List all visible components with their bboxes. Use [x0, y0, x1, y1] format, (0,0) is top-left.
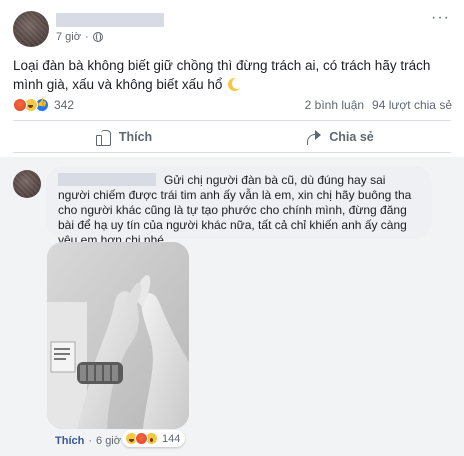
- comment-reactions[interactable]: 144: [122, 430, 186, 447]
- post-meta: 7 giờ ·: [56, 31, 103, 43]
- divider: [13, 152, 451, 153]
- globe-icon: [92, 32, 103, 42]
- commenter-avatar[interactable]: [13, 170, 41, 198]
- post-author-name-redacted[interactable]: [56, 13, 164, 27]
- share-button[interactable]: Chia sẻ: [240, 125, 440, 149]
- shares-count-link[interactable]: 94 lượt chia sẻ: [372, 98, 452, 112]
- divider: [13, 120, 451, 121]
- post-text: Loại đàn bà không biết giữ chồng thì đừn…: [13, 58, 431, 92]
- thumbs-up-icon: [95, 129, 112, 146]
- holding-hands-photo: [47, 242, 189, 429]
- comment-reaction-count: 144: [162, 432, 181, 445]
- more-options-icon[interactable]: ···: [431, 9, 450, 27]
- comments-count-link[interactable]: 2 bình luận: [305, 98, 364, 112]
- comment-actions: Thích · 6 giờ: [55, 435, 121, 447]
- crescent-moon-emoji-icon: [228, 78, 243, 91]
- post-reactions[interactable]: 342: [13, 98, 74, 112]
- commenter-name-redacted[interactable]: [58, 173, 156, 186]
- comment-bubble: Gửi chị người đàn bà cũ, dù đúng hay sai…: [46, 166, 432, 247]
- post-counts: 2 bình luận 94 lượt chia sẻ: [305, 98, 452, 112]
- post-time[interactable]: 7 giờ: [56, 31, 81, 43]
- reaction-count: 342: [54, 98, 75, 112]
- angry-icon: [135, 432, 148, 445]
- like-button[interactable]: Thích: [24, 125, 224, 149]
- comment-photo[interactable]: [47, 242, 189, 429]
- comment-time[interactable]: 6 giờ: [96, 435, 121, 447]
- angry-icon: [13, 98, 27, 112]
- share-arrow-icon: [306, 130, 322, 145]
- facebook-post-card: 7 giờ · ··· Loại đàn bà không biết giữ c…: [0, 0, 464, 456]
- post-author-avatar[interactable]: [13, 11, 49, 47]
- comment-like-link[interactable]: Thích: [55, 435, 84, 447]
